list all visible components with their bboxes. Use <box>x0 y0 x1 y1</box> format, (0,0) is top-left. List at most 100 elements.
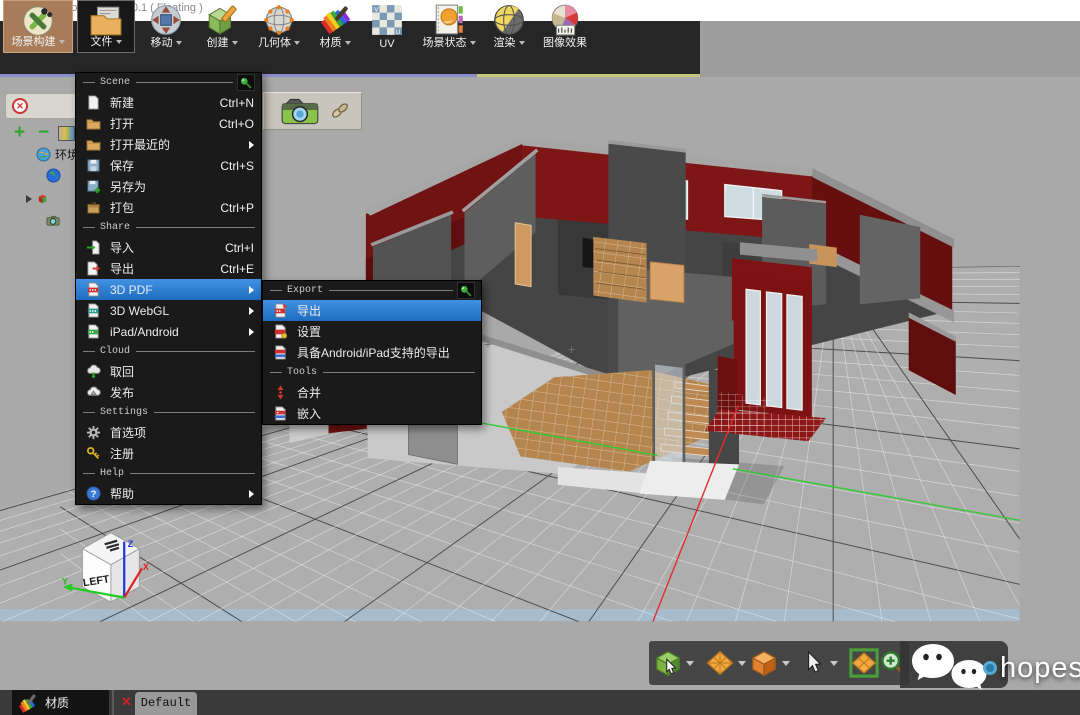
z-axis-label: Z <box>128 539 134 549</box>
submenu-item-export[interactable]: 导出 <box>263 300 481 321</box>
select-cube-button[interactable] <box>653 648 697 678</box>
submenu-arrow-icon <box>249 307 254 315</box>
ribbon-tab-label: 场景状态 <box>423 37 467 49</box>
tree-item-camera[interactable] <box>46 213 65 228</box>
submenu-arrow-icon <box>249 286 254 294</box>
submenu-item-embed[interactable]: 嵌入 <box>263 403 481 424</box>
link-icon[interactable] <box>330 101 350 121</box>
pdf-icon <box>86 282 101 297</box>
pin-button[interactable] <box>237 74 255 91</box>
chevron-down-icon[interactable] <box>519 41 525 45</box>
menu-item-import[interactable]: 导入Ctrl+I <box>76 237 261 258</box>
pin-icon <box>459 284 473 298</box>
expand-arrow-icon[interactable] <box>26 195 32 203</box>
menu-item-export[interactable]: 导出Ctrl+E <box>76 258 261 279</box>
menu-item-retrieve[interactable]: 取回 <box>76 361 261 382</box>
save-as-icon <box>86 179 101 194</box>
chevron-down-icon[interactable] <box>232 41 238 45</box>
close-icon[interactable]: ✕ <box>12 98 28 114</box>
menu-item-save[interactable]: 保存Ctrl+S <box>76 155 261 176</box>
new-file-icon <box>86 95 101 110</box>
menu-item-3d-webgl[interactable]: 3D WebGL <box>76 300 261 321</box>
chevron-down-icon[interactable] <box>345 41 351 45</box>
menu-item-open-recent[interactable]: 打开最近的 <box>76 134 261 155</box>
ribbon-tab-move[interactable]: 移动 <box>138 0 194 53</box>
chevron-down-icon[interactable] <box>738 661 746 666</box>
submenu-section-tools: Tools <box>263 363 481 382</box>
tree-toolbar-icon[interactable] <box>58 126 75 141</box>
ribbon-tab-render[interactable]: 渲染 <box>486 0 532 53</box>
webgl-icon <box>86 303 101 318</box>
menu-item-register[interactable]: 注册 <box>76 443 261 464</box>
objects-icon <box>36 191 51 206</box>
divider <box>112 690 114 715</box>
menu-item-ipad-android[interactable]: iPad/Android <box>76 321 261 342</box>
save-icon <box>86 158 101 173</box>
ribbon-tab-label: 创建 <box>207 37 229 49</box>
pin-icon <box>239 76 253 90</box>
ribbon-tab-create[interactable]: 创建 <box>196 0 248 53</box>
ribbon-tab-image-effects[interactable]: 图像效果 <box>534 0 596 53</box>
submenu-section-export: Export <box>263 281 481 300</box>
ribbon-tab-scene-build[interactable]: 场景构建 <box>3 0 73 53</box>
cursor-button[interactable] <box>801 650 841 676</box>
camera-capture-icon[interactable] <box>280 95 322 127</box>
ribbon-tab-uv[interactable]: UV <box>362 0 412 53</box>
menu-item-open[interactable]: 打开Ctrl+O <box>76 113 261 134</box>
menu-section-scene: Scene <box>76 73 261 92</box>
select-cube-icon <box>653 648 683 678</box>
ribbon-tab-scene-states[interactable]: 场景状态 <box>414 0 484 53</box>
earth-icon <box>46 168 61 183</box>
default-material-tab[interactable]: Default <box>135 692 197 715</box>
material-tab[interactable]: 材质 <box>12 690 109 715</box>
file-menu: Scene 新建Ctrl+N 打开Ctrl+O 打开最近的 保存Ctrl+S 另… <box>75 72 262 505</box>
pin-button[interactable] <box>457 282 475 299</box>
ground-plane-button[interactable] <box>705 648 749 678</box>
merge-icon <box>273 385 288 400</box>
register-key-icon <box>86 446 101 461</box>
chevron-down-icon[interactable] <box>116 40 122 44</box>
cloud-upload-icon <box>86 385 101 400</box>
chevron-down-icon[interactable] <box>830 661 838 666</box>
tree-expand-all-button[interactable]: + <box>14 122 25 144</box>
menu-section-help: Help <box>76 464 261 483</box>
menu-item-publish[interactable]: 发布 <box>76 382 261 403</box>
tree-collapse-all-button[interactable]: − <box>38 122 49 144</box>
cursor-icon <box>801 650 827 676</box>
ribbon-tab-geometry[interactable]: 几何体 <box>250 0 308 53</box>
close-icon[interactable]: ✕ <box>121 694 132 710</box>
submenu-arrow-icon <box>249 490 254 498</box>
tree-item-earth[interactable] <box>46 168 65 183</box>
chevron-down-icon[interactable] <box>470 41 476 45</box>
export-icon <box>86 261 101 276</box>
ribbon-tab-label: UV <box>379 38 394 50</box>
chevron-down-icon[interactable] <box>176 41 182 45</box>
viewport-top-toolbar <box>263 92 362 130</box>
menu-item-new[interactable]: 新建Ctrl+N <box>76 92 261 113</box>
active-plane-button[interactable] <box>849 648 879 678</box>
menu-section-settings: Settings <box>76 403 261 422</box>
ribbon-tab-file[interactable]: 文件 <box>77 0 135 53</box>
menu-item-help[interactable]: 帮助 <box>76 483 261 504</box>
uv-icon <box>370 3 404 37</box>
tree-item-environment[interactable]: 环境 <box>36 146 79 163</box>
chevron-down-icon[interactable] <box>59 40 65 44</box>
x-axis-label: X <box>143 562 149 572</box>
menu-item-package[interactable]: 打包Ctrl+P <box>76 197 261 218</box>
submenu-item-mobile-export[interactable]: 具备Android/iPad支持的导出 <box>263 342 481 363</box>
render-icon <box>492 3 526 37</box>
menu-item-preferences[interactable]: 首选项 <box>76 422 261 443</box>
submenu-arrow-icon <box>249 141 254 149</box>
ribbon-tab-label: 几何体 <box>258 37 291 49</box>
menu-item-3d-pdf[interactable]: 3D PDF <box>76 279 261 300</box>
tree-item-objects[interactable] <box>26 191 55 206</box>
ribbon-tab-material[interactable]: 材质 <box>310 0 360 53</box>
solid-cube-button[interactable] <box>749 648 793 678</box>
chevron-down-icon[interactable] <box>686 661 694 666</box>
chevron-down-icon[interactable] <box>782 661 790 666</box>
chevron-down-icon[interactable] <box>294 41 300 45</box>
submenu-item-settings[interactable]: 设置 <box>263 321 481 342</box>
cloud-download-icon <box>86 364 101 379</box>
submenu-item-merge[interactable]: 合并 <box>263 382 481 403</box>
menu-item-save-as[interactable]: 另存为 <box>76 176 261 197</box>
